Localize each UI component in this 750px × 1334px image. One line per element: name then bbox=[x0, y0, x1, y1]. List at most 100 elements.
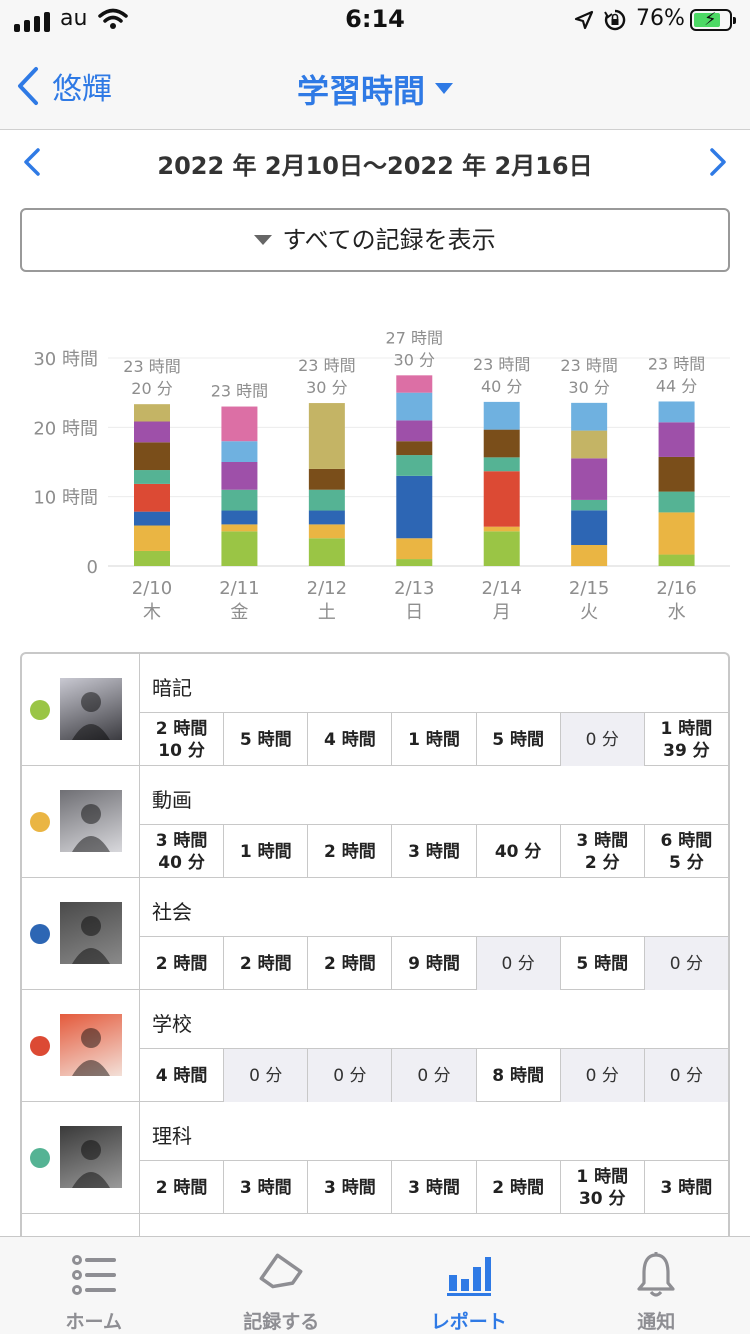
subject-icon-area bbox=[22, 1102, 140, 1214]
time-cell: 0 分 bbox=[560, 713, 645, 766]
show-all-records-button[interactable]: すべての記録を表示 bbox=[20, 208, 730, 272]
battery-percent: 76% bbox=[636, 6, 685, 31]
tab-bar-chart[interactable]: レポート bbox=[375, 1237, 563, 1334]
subject-icon-area bbox=[22, 990, 140, 1102]
bar-segment bbox=[396, 420, 433, 442]
time-cell: 0 分 bbox=[476, 937, 561, 990]
bar-segment bbox=[221, 489, 258, 511]
bar-segment bbox=[308, 538, 345, 566]
bar-segment bbox=[483, 526, 520, 532]
battery-charging-icon: ⚡ bbox=[690, 9, 736, 31]
bar-total-label: 23 時間 bbox=[211, 382, 268, 401]
bar-segment bbox=[221, 524, 258, 532]
subject-row[interactable]: 学校 4 時間 0 分0 分0 分8 時間 0 分0 分 bbox=[22, 990, 728, 1102]
bar-segment bbox=[134, 525, 170, 551]
time-cell: 0 分 bbox=[644, 1049, 728, 1102]
time-cell: 4 時間 bbox=[308, 713, 393, 766]
time-cell: 9 時間 bbox=[392, 937, 477, 990]
photo-thumbnail-icon bbox=[60, 1126, 122, 1188]
report-type-selector[interactable]: 学習時間 bbox=[0, 66, 750, 112]
filter-label: すべての記録を表示 bbox=[282, 226, 496, 254]
bar-segment bbox=[483, 401, 520, 430]
time-cell: 3 時間 bbox=[660, 1177, 713, 1198]
time-cell: 0 分 bbox=[644, 937, 728, 990]
next-week-button[interactable] bbox=[708, 148, 728, 176]
bar-segment bbox=[571, 499, 608, 511]
bar-segment bbox=[134, 470, 170, 484]
subject-color-dot bbox=[30, 1036, 50, 1056]
x-tick-label: 2/14 bbox=[482, 578, 522, 599]
time-cell: 0 分 bbox=[224, 1049, 309, 1102]
tab-list[interactable]: ホーム bbox=[0, 1237, 188, 1334]
y-tick-label: 0 bbox=[87, 557, 98, 578]
subject-icon-area bbox=[22, 654, 140, 766]
bar-segment bbox=[221, 441, 258, 462]
weekday-label: 日 bbox=[405, 602, 423, 623]
bar-total-label: 23 時間 bbox=[123, 357, 180, 376]
tab-label: ホーム bbox=[65, 1311, 122, 1333]
time-cell: 1 時間 30 分 bbox=[561, 1161, 645, 1214]
bar-total-label: 30 分 bbox=[394, 350, 435, 369]
bar-segment bbox=[483, 429, 520, 458]
subject-row[interactable]: 動画 3 時間 40 分1 時間 2 時間 3 時間 40 分3 時間 2 分 6 時間 … bbox=[22, 766, 728, 878]
bar-segment bbox=[396, 559, 433, 566]
study-time-chart: 0 10 時間 20 時間 30 時間 23 時間 20 分 2/10 木 23 時間 2/11 金… bbox=[0, 320, 750, 630]
bar-segment bbox=[308, 524, 345, 539]
subject-color-dot bbox=[30, 700, 50, 720]
triangle-down-icon bbox=[254, 235, 273, 245]
bar-segment bbox=[396, 538, 433, 560]
time-cell: 0 分 bbox=[308, 1049, 393, 1102]
weekday-label: 金 bbox=[230, 602, 248, 623]
bar-total-label: 30 分 bbox=[306, 378, 347, 397]
x-tick-label: 2/13 bbox=[394, 578, 434, 599]
y-tick-label: 30 時間 bbox=[33, 349, 98, 370]
daily-times: 2 時間 2 時間 2 時間 9 時間 0 分5 時間 0 分 bbox=[140, 936, 728, 990]
weekday-label: 月 bbox=[493, 602, 511, 623]
bar-segment bbox=[571, 430, 608, 459]
date-range-label: 2022 年 2月10日〜2022 年 2月16日 bbox=[157, 152, 593, 180]
subject-color-dot bbox=[30, 1148, 50, 1168]
subject-icon-area bbox=[22, 766, 140, 878]
bar-segment bbox=[308, 489, 345, 511]
bell-icon bbox=[632, 1251, 680, 1303]
time-cell: 5 時間 bbox=[224, 713, 309, 766]
bar-total-label: 30 分 bbox=[568, 378, 609, 397]
daily-times: 4 時間 0 分0 分0 分8 時間 0 分0 分 bbox=[140, 1048, 728, 1102]
x-tick-label: 2/12 bbox=[307, 578, 347, 599]
weekday-label: 火 bbox=[580, 602, 598, 623]
bar-segment bbox=[308, 403, 345, 469]
time-cell: 2 時間 bbox=[224, 937, 309, 990]
bar-total-label: 40 分 bbox=[481, 377, 522, 396]
subject-row[interactable]: 理科 2 時間 3 時間 3 時間 3 時間 2 時間 1 時間 30 分3 時間 bbox=[22, 1102, 728, 1214]
time-cell: 0 分 bbox=[392, 1049, 477, 1102]
tab-label: 通知 bbox=[637, 1311, 676, 1333]
bar-chart-icon bbox=[445, 1251, 493, 1303]
bar-segment bbox=[396, 475, 433, 539]
bar-segment bbox=[396, 392, 433, 421]
photo-thumbnail-icon bbox=[60, 1014, 122, 1076]
tab-tag[interactable]: 記録する bbox=[188, 1237, 376, 1334]
stacked-bar-chart: 0 10 時間 20 時間 30 時間 23 時間 20 分 2/10 木 23 時間 2/11 金… bbox=[33, 328, 730, 623]
time-cell: 2 時間 10 分 bbox=[140, 713, 225, 766]
time-cell: 5 時間 bbox=[561, 937, 645, 990]
bar-segment bbox=[396, 375, 433, 393]
bar-segment bbox=[483, 531, 520, 566]
tab-bell[interactable]: 通知 bbox=[563, 1237, 750, 1334]
tab-label: レポート bbox=[430, 1311, 507, 1333]
time-cell: 40 分 bbox=[477, 825, 561, 878]
x-tick-label: 2/16 bbox=[656, 578, 696, 599]
weekday-label: 木 bbox=[143, 602, 161, 623]
tab-label: 記録する bbox=[243, 1311, 320, 1333]
time-cell: 2 時間 bbox=[140, 1161, 225, 1214]
subject-row[interactable]: 社会 2 時間 2 時間 2 時間 9 時間 0 分5 時間 0 分 bbox=[22, 878, 728, 990]
time-cell: 1 時間 bbox=[392, 713, 477, 766]
subject-name: 動画 bbox=[152, 788, 192, 812]
bar-total-label: 27 時間 bbox=[386, 328, 443, 347]
bar-segment bbox=[221, 510, 258, 525]
bar-segment bbox=[571, 402, 608, 431]
status-bar: au 6:14 76% ⚡ bbox=[0, 0, 750, 40]
subject-row[interactable]: 暗記 2 時間 10 分5 時間 4 時間 1 時間 5 時間 0 分1 時間 39 分 bbox=[22, 654, 728, 766]
bar-segment bbox=[571, 510, 608, 545]
bar-total-label: 23 時間 bbox=[298, 356, 355, 375]
time-cell: 5 時間 bbox=[477, 713, 561, 766]
